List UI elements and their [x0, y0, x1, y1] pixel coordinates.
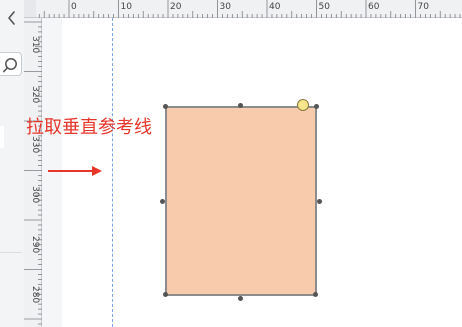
ruler-label: 300 — [30, 186, 40, 203]
editor-window: 0 10 20 30 40 50 60 70 310 320 330 300 290 280 拉取垂直参… — [0, 0, 462, 327]
panel-tab-marker[interactable] — [0, 126, 4, 148]
search-button[interactable] — [0, 52, 22, 76]
resize-handle-bottom-right[interactable] — [313, 292, 318, 297]
arrow-icon — [48, 166, 102, 176]
resize-handle-right[interactable] — [317, 199, 322, 204]
vertical-ruler-scale: 310320330300290280 — [24, 21, 42, 325]
search-icon — [2, 58, 17, 73]
ruler-label: 30 — [220, 2, 232, 12]
ruler-label: 290 — [30, 236, 40, 253]
ruler-label: 70 — [418, 2, 430, 12]
resize-handle-top-right[interactable] — [314, 104, 319, 109]
resize-handle-top-left[interactable] — [163, 104, 168, 109]
ruler-label: 280 — [30, 286, 40, 303]
resize-handle-bottom[interactable] — [238, 296, 243, 301]
vertical-ruler[interactable]: 310 320 330 300 290 280 — [24, 18, 42, 327]
panel-divider — [0, 252, 22, 253]
rectangle-shape[interactable] — [165, 106, 317, 296]
ruler-label: 40 — [269, 2, 281, 12]
ruler-label: 20 — [170, 2, 182, 12]
ruler-label: 0 — [71, 2, 77, 12]
ruler-label: 60 — [368, 2, 380, 12]
annotation-text: 拉取垂直参考线 — [26, 117, 152, 138]
resize-handle-left[interactable] — [160, 199, 165, 204]
ruler-label: 320 — [30, 86, 40, 103]
ruler-label: 10 — [121, 2, 133, 12]
ruler-label: 50 — [319, 2, 331, 12]
side-panel — [0, 0, 25, 327]
horizontal-ruler[interactable]: 0 10 20 30 40 50 60 70 — [36, 0, 462, 18]
rotate-handle[interactable] — [297, 99, 309, 111]
ruler-label: 310 — [30, 36, 40, 53]
horizontal-ruler-scale: 0 10 20 30 40 50 60 70 — [38, 0, 461, 18]
resize-handle-bottom-left[interactable] — [163, 292, 168, 297]
vertical-guide-line[interactable] — [112, 18, 113, 327]
chevron-left-icon[interactable] — [6, 10, 18, 26]
resize-handle-top[interactable] — [238, 103, 243, 108]
